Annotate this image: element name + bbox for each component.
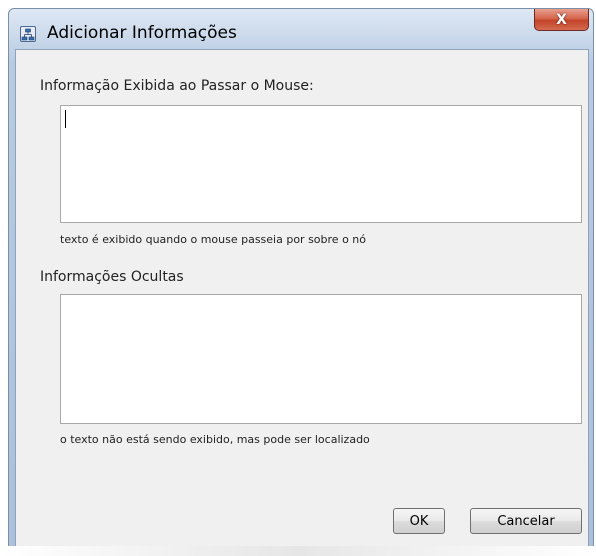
- cancel-button[interactable]: Cancelar: [470, 508, 582, 534]
- text-caret: [65, 110, 66, 128]
- hidden-info-label: Informações Ocultas: [40, 269, 184, 285]
- close-icon: X: [556, 11, 567, 28]
- dialog-content: Informação Exibida ao Passar o Mouse: te…: [15, 49, 589, 549]
- dialog-window: Adicionar Informações X Informação Exibi…: [8, 8, 594, 554]
- close-button[interactable]: X: [534, 9, 589, 31]
- app-icon: [20, 26, 36, 42]
- tooltip-info-hint: texto é exibido quando o mouse passeia p…: [60, 233, 366, 246]
- hidden-info-textarea[interactable]: [60, 294, 582, 424]
- ok-button[interactable]: OK: [393, 508, 445, 534]
- tooltip-info-label: Informação Exibida ao Passar o Mouse:: [40, 78, 314, 94]
- tooltip-info-textarea[interactable]: [60, 105, 582, 223]
- window-title: Adicionar Informações: [47, 23, 237, 43]
- hidden-info-hint: o texto não está sendo exibido, mas pode…: [60, 433, 370, 446]
- window-shadow: [0, 546, 596, 556]
- title-bar[interactable]: Adicionar Informações X: [9, 9, 593, 49]
